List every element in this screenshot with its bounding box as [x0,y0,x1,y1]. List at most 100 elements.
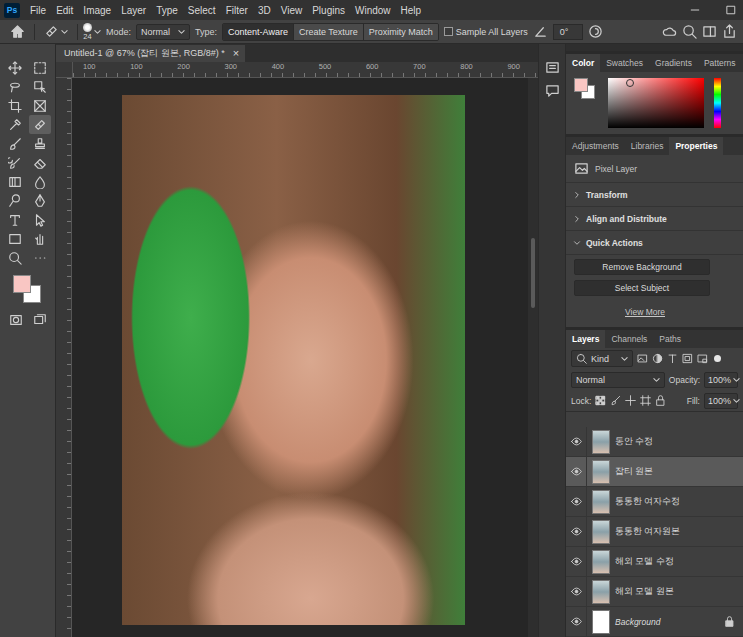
quick-action-button[interactable]: Remove Background [574,259,710,275]
properties-section[interactable]: Align and Distribute [566,207,743,231]
lock-transparency-icon[interactable] [595,395,606,406]
menu-item[interactable]: Image [83,5,111,16]
tool-button[interactable] [4,96,26,115]
menu-item[interactable]: Edit [56,5,73,16]
tool-button[interactable] [29,153,51,172]
menu-item[interactable]: Select [188,5,216,16]
search-icon[interactable] [682,24,697,39]
home-button[interactable] [6,22,29,41]
tool-button[interactable] [29,191,51,210]
tool-button[interactable] [4,191,26,210]
tool-button[interactable] [4,58,26,77]
type-button[interactable]: Proximity Match [364,24,438,40]
document-tab[interactable]: Untitled-1 @ 67% (잡티 원본, RGB/8#) * × [56,45,245,62]
layer-filter-dropdown[interactable]: Kind [571,350,633,367]
menu-item[interactable]: File [30,5,46,16]
layer-row[interactable]: 통통한 여자수정 [566,487,743,517]
panel-tab[interactable]: Color [566,54,600,72]
color-field[interactable] [608,78,704,128]
quick-mask-icon[interactable] [9,313,23,327]
visibility-toggle[interactable] [566,517,587,546]
share-icon[interactable] [722,24,737,39]
panel-tab[interactable]: Properties [669,137,723,155]
tool-preset-picker[interactable] [40,22,72,41]
layer-row[interactable]: 동안 수정 [566,427,743,457]
blend-mode-dropdown[interactable]: Normal [571,372,665,388]
layer-name[interactable]: 통통한 여자원본 [615,526,735,538]
pressure-icon[interactable] [588,24,603,39]
properties-section[interactable]: Transform [566,183,743,207]
opacity-field[interactable]: 100% [704,372,738,388]
minimize-icon[interactable] [689,4,701,16]
menu-item[interactable]: Layer [121,5,146,16]
menu-item[interactable]: Window [355,5,391,16]
visibility-toggle[interactable] [566,577,587,606]
color-picker-marker[interactable] [626,79,634,87]
visibility-toggle[interactable] [566,457,587,486]
tool-button[interactable] [4,210,26,229]
layer-name[interactable]: 통통한 여자수정 [615,496,735,508]
visibility-toggle[interactable] [566,547,587,576]
layer-name[interactable]: 해외 모델 원본 [615,586,735,598]
lock-pixels-icon[interactable] [610,395,621,406]
panel-tab[interactable]: Swatches [600,54,649,72]
scroll-thumb[interactable] [531,238,535,308]
foreground-color-swatch[interactable] [574,78,588,92]
tool-button[interactable] [29,248,51,267]
layer-name[interactable]: 해외 모델 수정 [615,556,735,568]
quick-action-button[interactable]: Select Subject [574,280,710,296]
filter-toggle[interactable] [714,355,721,362]
tool-button[interactable] [29,77,51,96]
panel-tab[interactable]: Patterns [698,54,742,72]
panel-tab[interactable]: Libraries [625,137,670,155]
cloud-account-icon[interactable] [662,24,677,39]
tool-button[interactable] [29,58,51,77]
layer-name[interactable]: 동안 수정 [615,436,735,448]
tool-button[interactable] [4,115,26,134]
sample-all-layers-checkbox[interactable]: Sample All Layers [444,27,528,37]
menu-item[interactable]: Help [401,5,422,16]
visibility-toggle[interactable] [566,607,587,636]
properties-section[interactable]: Quick Actions [566,231,743,255]
lock-artboard-icon[interactable] [640,395,651,406]
panel-tab[interactable]: Layers [566,330,605,348]
tool-button[interactable] [4,77,26,96]
lock-all-icon[interactable] [655,395,666,406]
foreground-color-swatch[interactable] [13,275,31,293]
layer-row[interactable]: 잡티 원본 [566,457,743,487]
visibility-toggle[interactable] [566,487,587,516]
panel-tab[interactable]: Channels [605,330,653,348]
panel-tab[interactable]: Paths [653,330,687,348]
tool-button[interactable] [4,229,26,248]
menu-item[interactable]: 3D [258,5,271,16]
tool-button[interactable] [4,153,26,172]
tool-button[interactable] [29,115,51,134]
hue-slider[interactable] [714,78,721,128]
screen-mode-icon[interactable] [33,313,47,327]
maximize-icon[interactable] [725,4,737,16]
type-button[interactable]: Content-Aware [223,24,294,40]
tool-button[interactable] [29,134,51,153]
checkbox-box[interactable] [444,27,453,36]
tool-button[interactable] [29,96,51,115]
menu-item[interactable]: Type [156,5,178,16]
pixel-filter-icon[interactable] [637,353,648,364]
layer-name[interactable]: 잡티 원본 [615,466,735,478]
menu-item[interactable]: Plugins [312,5,345,16]
tool-button[interactable] [29,229,51,248]
angle-field[interactable]: 0° [553,24,583,40]
panel-tab[interactable]: Gradients [649,54,698,72]
comments-panel-icon[interactable] [545,83,560,98]
tool-button[interactable] [29,210,51,229]
layer-row[interactable]: 해외 모델 수정 [566,547,743,577]
layer-row[interactable]: Background [566,607,743,637]
fill-field[interactable]: 100% [704,393,738,409]
mode-dropdown[interactable]: Normal [136,24,190,40]
lock-position-icon[interactable] [625,395,636,406]
view-more-link[interactable]: View More [625,307,665,317]
vertical-scrollbar[interactable] [528,78,538,637]
close-tab-button[interactable]: × [233,48,239,59]
canvas[interactable] [72,78,528,637]
history-panel-icon[interactable] [545,60,560,75]
visibility-toggle[interactable] [566,427,587,456]
